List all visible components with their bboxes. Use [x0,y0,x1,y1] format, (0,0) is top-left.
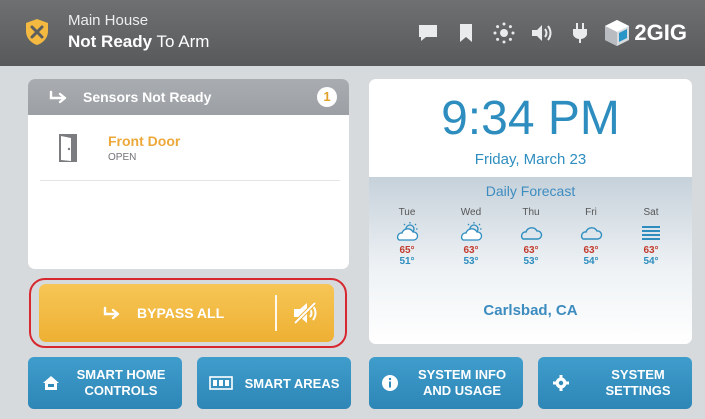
forecast-high: 63° [583,245,599,256]
message-icon[interactable] [416,21,440,45]
forecast-high: 65° [399,245,415,256]
clock-date: Friday, March 23 [474,151,587,168]
sensor-state: OPEN [108,152,137,163]
speaker-mute-icon[interactable] [291,300,319,326]
button-divider [275,295,277,331]
forecast-low: 53° [463,256,479,267]
location-name: Main House [68,12,149,29]
weather-location: Carlsbad, CA [483,302,578,319]
sensors-panel: Sensors Not Ready 1 Front Door OPEN [28,79,349,269]
bypass-arrow-icon [49,90,67,104]
system-info-button[interactable]: SYSTEM INFO AND USAGE [369,357,523,409]
sensors-panel-header: Sensors Not Ready 1 [28,79,349,115]
smart-home-controls-label: SMART HOME CONTROLS [76,367,166,398]
home-icon [43,376,59,390]
sensor-count-badge: 1 [317,87,337,107]
shield-x-icon[interactable] [24,18,50,46]
bypass-all-button[interactable]: BYPASS ALL [39,284,334,342]
forecast-day: Wed 63° 53° [451,207,491,267]
door-icon [59,134,77,162]
forecast-day: Tue 65° 51° [387,207,427,267]
forecast-high: 63° [463,245,479,256]
smart-areas-label: SMART AREAS [244,376,340,391]
system-settings-label: SYSTEM SETTINGS [605,367,671,398]
volume-icon[interactable] [530,21,554,45]
forecast-title: Daily Forecast [485,183,576,199]
forecast-day-name: Thu [522,207,540,218]
daily-forecast: Daily Forecast Tue 65° 51° Wed 63° 53° T… [369,177,692,344]
forecast-day-name: Tue [398,207,416,218]
forecast-day: Sat 63° 54° [631,207,671,267]
sensor-list-item[interactable]: Front Door OPEN [40,125,340,181]
brightness-icon[interactable] [492,21,516,45]
info-icon [382,375,398,391]
forecast-day: Fri 63° 54° [571,207,611,267]
arm-status: Not Ready To Arm [68,32,210,51]
header-icons: 2GIG [402,18,687,48]
clock-weather-panel[interactable]: 9:34 PM Friday, March 23 Daily Forecast … [369,79,692,344]
forecast-low: 54° [583,256,599,267]
clock-time: 9:34 PM [441,92,620,145]
brand-logo: 2GIG [604,19,687,47]
bypass-arrow-icon [103,306,120,320]
sensors-panel-title: Sensors Not Ready [83,89,212,105]
gear-icon [553,375,569,391]
forecast-low: 54° [643,256,659,267]
system-info-label: SYSTEM INFO AND USAGE [417,367,507,398]
fog-icon [642,226,660,240]
forecast-low: 53° [523,256,539,267]
partly-sunny-icon [461,222,483,241]
forecast-day-name: Wed [460,207,482,218]
cloud-icon [580,227,603,240]
forecast-day: Thu 63° 53° [511,207,551,267]
brand-cube-icon [605,20,630,46]
brand-name: 2GIG [634,20,687,45]
forecast-day-name: Fri [585,207,597,218]
smart-home-controls-button[interactable]: SMART HOME CONTROLS [28,357,182,409]
smart-areas-button[interactable]: SMART AREAS [197,357,351,409]
forecast-high: 63° [643,245,659,256]
bookmark-icon[interactable] [454,21,478,45]
power-plug-icon[interactable] [568,21,592,45]
bypass-all-label: BYPASS ALL [137,305,225,321]
sensor-name: Front Door [108,133,181,149]
areas-grid-icon [209,376,233,390]
status-header: Main House Not Ready To Arm 2GIG [0,0,705,66]
cloud-icon [520,227,543,240]
forecast-low: 51° [399,256,415,267]
forecast-day-name: Sat [643,207,659,218]
partly-sunny-icon [397,222,419,241]
system-settings-button[interactable]: SYSTEM SETTINGS [538,357,692,409]
forecast-high: 63° [523,245,539,256]
